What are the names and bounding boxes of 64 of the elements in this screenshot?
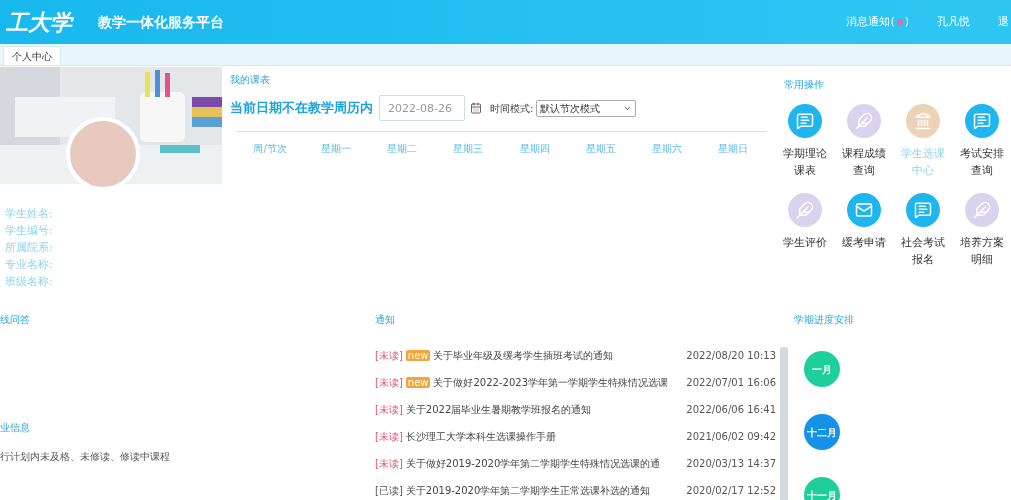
new-badge: new [405,349,431,361]
scrollbar[interactable] [780,347,788,500]
major-info-text: 行计划内未及格、未修读、修读中课程 [0,450,170,464]
read-status: [已读] [375,483,403,498]
feather-icon[interactable] [964,193,999,227]
column-header: 星期日 [716,142,749,156]
section-title: 业信息 [0,421,30,435]
notice-link[interactable]: 关于做好2022-2023学年第一学期学生特殊情况选课 [433,374,668,390]
bank-icon[interactable] [905,104,940,138]
tab[interactable]: 个人中心 [3,46,61,65]
notice-date: 2022/08/20 10:13 [685,348,776,363]
section-title: 学期进度安排 [794,313,854,327]
mode-label: 时间模式: [490,101,534,116]
column-header: 周/节次 [252,142,288,156]
notice-date: 2021/06/02 09:42 [685,429,776,444]
column-header: 星期一 [320,142,353,156]
feather-icon[interactable] [788,193,823,227]
read-status: [未读] [375,348,403,363]
read-status: [未读] [375,429,403,444]
read-status: [未读] [375,375,403,390]
section-title: 通知 [375,313,395,327]
field-label: 学生姓名: [5,206,53,221]
notice-link[interactable]: 关于2019-2020学年第二学期学生正常选课补选的通知 [405,482,651,498]
section-title: 常用操作 [784,78,824,92]
chat-bubble-icon[interactable] [788,104,823,138]
shortcut-link[interactable]: 学期理论课表 [781,145,830,179]
field-label: 学生编号: [5,223,53,238]
chat-bubble-icon[interactable] [905,193,940,227]
shortcut-link[interactable]: 缓考申请 [840,234,889,251]
column-header: 星期四 [518,142,551,156]
column-header: 星期二 [386,142,419,156]
field-label: 班级名称: [5,274,53,289]
shortcut-link[interactable]: 社会考试报名 [898,234,947,268]
notice-link[interactable]: 关于毕业年级及缓考学生插班考试的通知 [433,347,614,363]
section-title: 我的课表 [230,73,270,87]
notification-link-end: ) [904,13,909,30]
shortcut-link[interactable]: 课程成绩查询 [840,145,889,179]
column-header: 星期五 [584,142,617,156]
notice-link[interactable]: 长沙理工大学本科生选课操作手册 [405,428,556,444]
calendar-icon[interactable] [470,102,482,114]
shortcut-link[interactable]: 学生评价 [781,234,830,251]
mode-select[interactable]: 默认节次模式 [536,99,637,117]
read-status: [未读] [375,456,403,471]
new-badge: new [405,376,431,388]
section-title: 线问答 [0,313,30,327]
notice-date: 2020/03/13 14:37 [685,456,776,471]
field-label: 所属院系: [5,240,53,255]
logo: 工大学 [6,7,75,37]
column-header: 星期六 [650,142,683,156]
notice-link[interactable]: 关于做好2019-2020学年第二学期学生特殊情况选课的通 [405,455,661,471]
envelope-icon[interactable] [847,193,882,227]
notice-date: 2020/02/17 12:52 [685,483,776,498]
notice-link[interactable]: 关于2022届毕业生暑期教学班报名的通知 [405,401,592,417]
read-status: [未读] [375,402,403,417]
platform-title: 教学一体化服务平台 [98,12,224,32]
shortcut-link[interactable]: 考试安排查询 [957,145,1006,179]
date-message: 当前日期不在教学周历内 [230,99,373,118]
notice-date: 2022/07/01 16:06 [685,375,776,390]
notice-date: 2022/06/06 16:41 [685,402,776,417]
shortcut-link[interactable]: 培养方案明细 [957,234,1006,268]
column-header: 星期三 [452,142,485,156]
field-label: 专业名称: [5,257,53,272]
chat-bubble-icon[interactable] [964,104,999,138]
feather-icon[interactable] [847,104,882,138]
